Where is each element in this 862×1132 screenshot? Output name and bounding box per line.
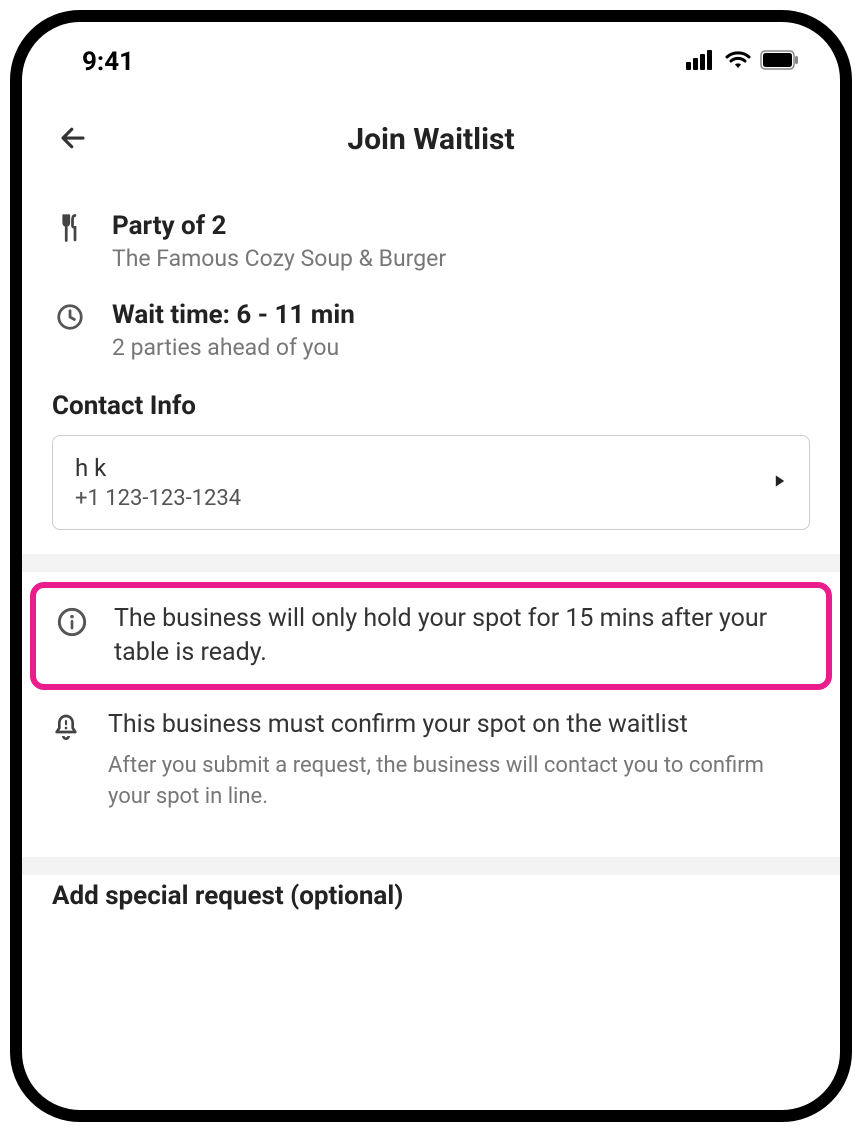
arrow-left-icon [58,123,88,153]
bell-alert-icon [50,712,82,748]
wait-time-title: Wait time: 6 - 11 min [112,300,355,330]
info-icon [56,606,88,642]
status-time: 9:41 [62,47,134,77]
status-icons [686,50,800,74]
confirm-notice-row: This business must confirm your spot on … [48,698,810,823]
chevron-right-icon [773,473,787,492]
confirm-notice-title: This business must confirm your spot on … [108,708,810,742]
cellular-signal-icon [686,50,716,74]
back-button[interactable] [52,117,94,163]
contact-name: h k [75,454,241,482]
phone-frame: 9:41 [10,10,852,1122]
battery-icon [760,50,800,74]
party-info-row: Party of 2 The Famous Cozy Soup & Burger [52,197,810,286]
nav-header: Join Waitlist [22,92,840,177]
contact-info-card[interactable]: h k +1 123-123-1234 [52,435,810,530]
wait-queue-subtitle: 2 parties ahead of you [112,334,355,361]
hold-spot-highlight: The business will only hold your spot fo… [30,582,832,690]
special-request-label: Add special request (optional) [52,881,810,911]
hold-spot-notice: The business will only hold your spot fo… [114,602,808,670]
section-separator [22,554,840,572]
party-title: Party of 2 [112,211,446,241]
wait-time-row: Wait time: 6 - 11 min 2 parties ahead of… [52,286,810,375]
confirm-notice-subtitle: After you submit a request, the business… [108,751,810,813]
clock-icon [55,302,85,336]
contact-phone: +1 123-123-1234 [75,486,241,511]
restaurant-name: The Famous Cozy Soup & Burger [112,245,446,272]
contact-info-label: Contact Info [52,391,810,421]
wifi-icon [724,50,752,74]
restaurant-icon [55,213,85,247]
section-separator [22,857,840,875]
status-bar: 9:41 [22,22,840,92]
page-title: Join Waitlist [347,122,514,157]
